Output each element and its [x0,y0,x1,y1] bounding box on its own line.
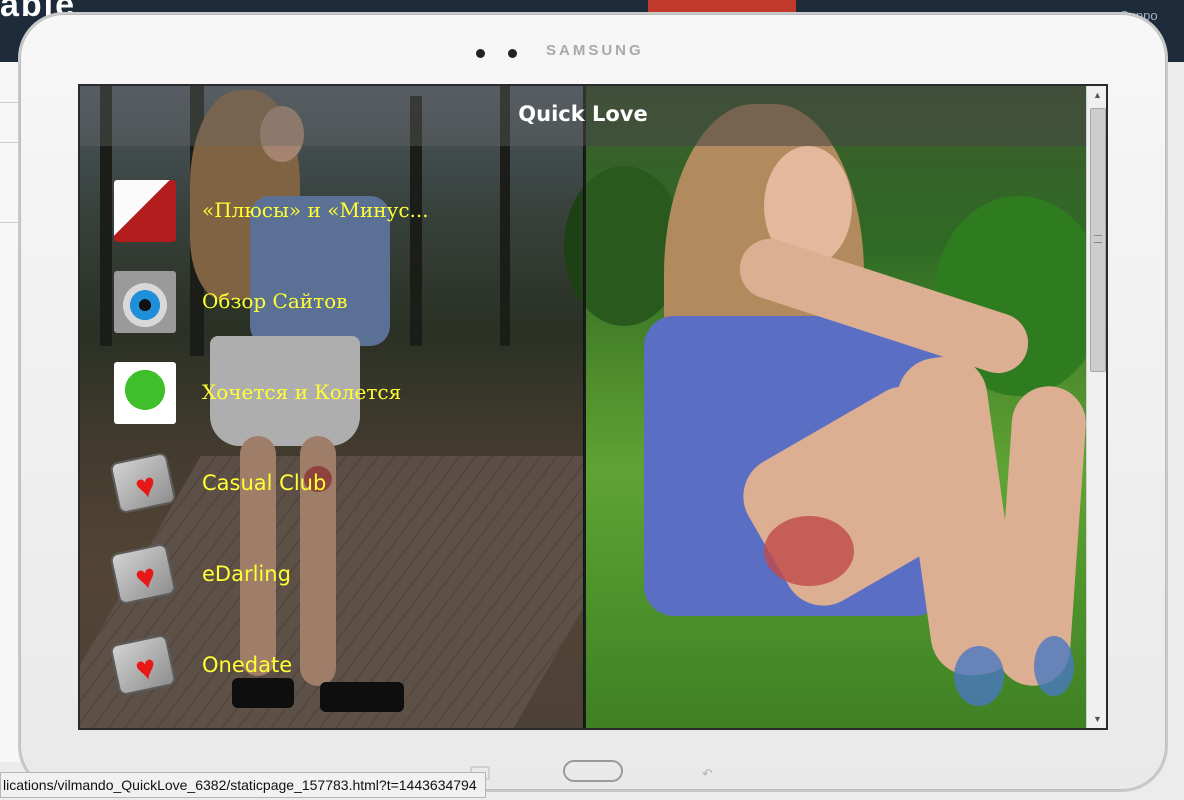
menu-item-onedate[interactable]: ♥ Onedate [80,601,584,697]
menu-item-label: Хочется и Колется [202,380,402,404]
app-screen: Quick Love «Плюсы» и «Минус... Обзор Сай… [78,84,1108,730]
menu-item-label: eDarling [202,562,291,586]
status-url: lications/vilmando_QuickLove_6382/static… [0,772,486,798]
foot-tattoo [1034,636,1074,696]
menu-item-label: «Плюсы» и «Минус... [202,198,429,222]
device-brand: SAMSUNG [546,42,644,59]
sensor-dot [508,49,517,58]
grip-icon [1094,235,1102,243]
foot-tattoo [954,646,1004,706]
woman-face-icon [114,180,176,242]
heart-tile-icon: ♥ [109,542,177,606]
menu-item-label: Обзор Сайтов [202,289,348,313]
heart-tile-icon: ♥ [109,633,177,697]
menu-item-want-and-prickle[interactable]: Хочется и Колется [80,328,584,424]
camera-dot [476,49,485,58]
menu-item-site-review[interactable]: Обзор Сайтов [80,237,584,333]
right-photo [564,86,1104,728]
divider [0,222,20,223]
green-apple-icon [114,362,176,424]
menu-item-label: Casual Club [202,471,327,495]
menu-item-casual-club[interactable]: ♥ Casual Club [80,419,584,515]
scroll-down-arrow-icon[interactable]: ▼ [1087,710,1106,728]
home-button[interactable] [563,760,623,782]
divider [0,102,20,103]
vertical-scrollbar[interactable]: ▲ ▼ [1086,86,1106,728]
scroll-up-arrow-icon[interactable]: ▲ [1087,86,1106,104]
leg-tattoo [764,516,854,586]
menu-item-pros-cons[interactable]: «Плюсы» и «Минус... [80,146,584,242]
heart-tile-icon: ♥ [109,451,177,515]
background-left-column [0,62,20,762]
menu-list: «Плюсы» и «Минус... Обзор Сайтов Хочется… [80,146,584,728]
blue-eye-icon [114,271,176,333]
divider [0,142,20,143]
app-title: Quick Love [518,102,648,126]
menu-item-label: Onedate [202,653,293,677]
scrollbar-thumb[interactable] [1090,108,1106,372]
background-red-tab [648,0,796,12]
back-icon[interactable]: ↶ [702,766,720,781]
menu-item-edarling[interactable]: ♥ eDarling [80,510,584,606]
